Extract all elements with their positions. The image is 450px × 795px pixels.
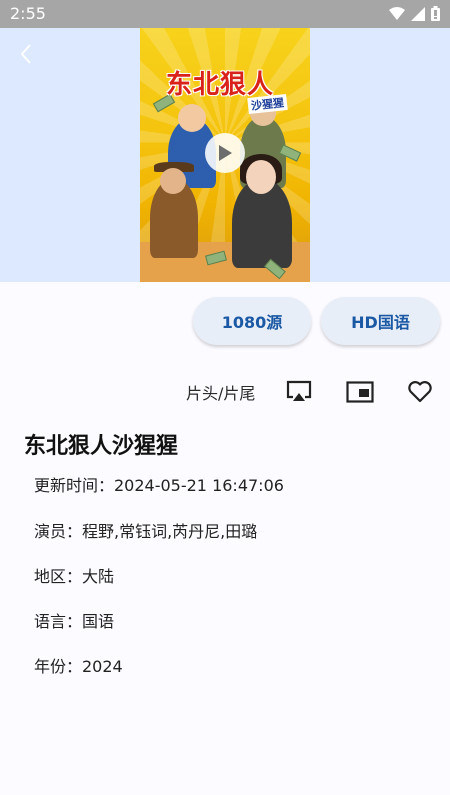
poster-figure-head	[178, 104, 206, 132]
play-icon	[219, 145, 232, 161]
signal-icon	[411, 6, 425, 21]
poster-figure-head	[246, 160, 276, 194]
status-icons	[389, 6, 440, 21]
release-year: 年份：2024	[34, 657, 123, 676]
heart-icon	[408, 381, 432, 403]
picture-in-picture-button[interactable]	[345, 377, 375, 407]
poster-figure-head	[160, 168, 186, 194]
source-1080-button[interactable]: 1080源	[193, 297, 311, 345]
region: 地区：大陆	[34, 567, 115, 586]
video-poster[interactable]: 东北狠人 沙猩猩	[140, 28, 310, 282]
back-arrow-icon	[20, 44, 31, 64]
language: 语言：国语	[34, 612, 115, 631]
video-hero: 东北狠人 沙猩猩	[0, 28, 450, 282]
battery-icon	[431, 6, 440, 21]
cast-button[interactable]	[284, 377, 314, 407]
cast-icon	[286, 380, 312, 401]
favorite-button[interactable]	[405, 377, 435, 407]
status-time: 2:55	[10, 4, 46, 23]
source-hd-mandarin-button[interactable]: HD国语	[321, 297, 440, 345]
picture-in-picture-icon	[346, 381, 374, 403]
back-button[interactable]	[12, 40, 40, 68]
play-button[interactable]	[205, 133, 245, 173]
poster-title: 东北狠人	[166, 70, 275, 100]
update-time: 更新时间：2024-05-21 16:47:06	[34, 476, 284, 495]
cast-list: 演员：程野,常钰词,芮丹尼,田璐	[34, 522, 258, 541]
status-bar: 2:55	[0, 0, 450, 28]
wifi-icon	[389, 6, 405, 20]
skip-intro-outro-button[interactable]: 片头/片尾	[186, 380, 255, 404]
video-title: 东北狠人沙猩猩	[24, 434, 179, 459]
